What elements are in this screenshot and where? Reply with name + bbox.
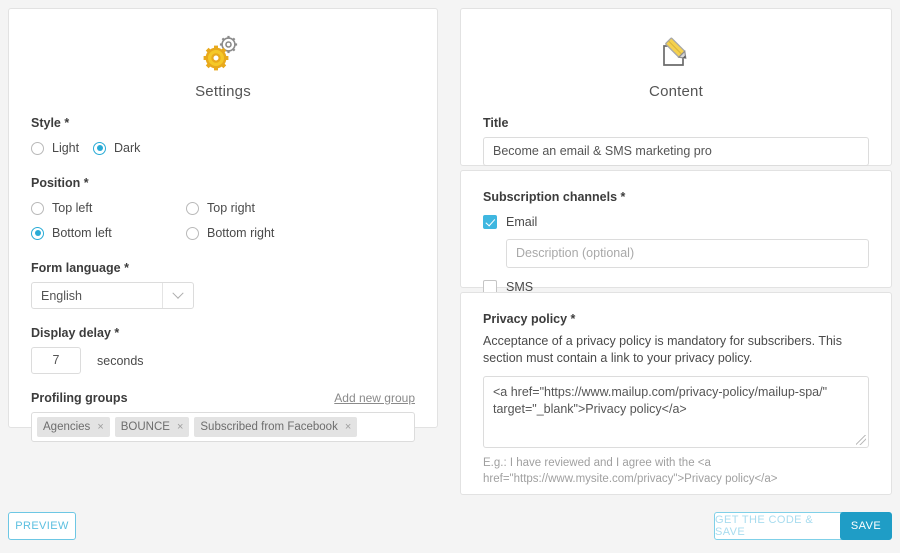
- title-field: Title Become an email & SMS marketing pr…: [461, 116, 891, 166]
- settings-header: Settings: [9, 9, 437, 100]
- get-the-code-and-save-button[interactable]: Get the code & save: [714, 512, 846, 540]
- radio-label-bottom-right: Bottom right: [207, 226, 274, 240]
- title-input[interactable]: Become an email & SMS marketing pro: [483, 137, 869, 166]
- list-item[interactable]: Agencies ×: [37, 417, 110, 437]
- preview-button[interactable]: Preview: [8, 512, 76, 540]
- profiling-groups-input[interactable]: Agencies × BOUNCE × Subscribed from Face…: [31, 412, 415, 442]
- radio-label-top-right: Top right: [207, 201, 255, 215]
- privacy-policy-label: Privacy policy *: [483, 312, 869, 326]
- display-delay-unit: seconds: [97, 354, 144, 368]
- radio-icon-top-left: [31, 202, 44, 215]
- profiling-groups-label-row: Profiling groups Add new group: [31, 391, 415, 412]
- checkbox-email[interactable]: Email: [483, 211, 869, 233]
- position-label: Position *: [31, 176, 415, 190]
- pencil-note-icon: [461, 31, 891, 75]
- tag-label: Subscribed from Facebook: [200, 421, 337, 433]
- profiling-groups-field: Profiling groups Add new group Agencies …: [9, 391, 437, 442]
- title-label: Title: [483, 116, 869, 130]
- email-description-wrap: Description (optional): [483, 239, 869, 268]
- close-icon[interactable]: ×: [97, 421, 103, 433]
- form-language-label: Form language *: [31, 261, 415, 275]
- radio-label-light: Light: [52, 141, 79, 155]
- checkbox-icon-email: [483, 215, 497, 229]
- radio-icon-light: [31, 142, 44, 155]
- subscription-channels-field: Subscription channels * Email Descriptio…: [461, 171, 891, 298]
- settings-heading: Settings: [9, 83, 437, 100]
- display-delay-input[interactable]: 7: [31, 347, 81, 374]
- list-item[interactable]: Subscribed from Facebook ×: [194, 417, 357, 437]
- radio-icon-dark: [93, 142, 106, 155]
- style-options: Light Dark: [31, 137, 415, 159]
- subscription-channels-label: Subscription channels *: [483, 190, 869, 204]
- resize-handle-icon[interactable]: [856, 435, 866, 445]
- app-root: Settings Style * Light Dark Position *: [0, 0, 900, 553]
- subscription-channels-card: Subscription channels * Email Descriptio…: [460, 170, 892, 288]
- form-language-select[interactable]: English: [31, 282, 194, 309]
- position-row-top: Top left Top right: [31, 197, 415, 219]
- privacy-policy-help: Acceptance of a privacy policy is mandat…: [483, 333, 869, 367]
- privacy-policy-hint: E.g.: I have reviewed and I agree with t…: [483, 455, 869, 487]
- radio-label-bottom-left: Bottom left: [52, 226, 112, 240]
- radio-label-top-left: Top left: [52, 201, 92, 215]
- chevron-down-icon[interactable]: [162, 283, 193, 308]
- radio-position-top-left[interactable]: Top left: [31, 197, 186, 219]
- checkbox-label-email: Email: [506, 215, 537, 229]
- style-label: Style *: [31, 116, 415, 130]
- radio-position-bottom-left[interactable]: Bottom left: [31, 222, 186, 244]
- radio-position-bottom-right[interactable]: Bottom right: [186, 222, 274, 244]
- privacy-policy-value: <a href="https://www.mailup.com/privacy-…: [493, 385, 827, 416]
- tag-label: BOUNCE: [121, 421, 170, 433]
- radio-icon-bottom-left: [31, 227, 44, 240]
- content-header: Content: [461, 9, 891, 100]
- radio-icon-top-right: [186, 202, 199, 215]
- privacy-policy-card: Privacy policy * Acceptance of a privacy…: [460, 292, 892, 495]
- form-language-value: English: [32, 283, 162, 308]
- position-field: Position * Top left Top right Bottom lef…: [9, 176, 437, 244]
- list-item[interactable]: BOUNCE ×: [115, 417, 190, 437]
- gears-icon: [9, 31, 437, 75]
- footer-toolbar: Preview Get the code & save Save: [0, 500, 900, 553]
- radio-style-light[interactable]: Light: [31, 137, 93, 159]
- privacy-policy-field: Privacy policy * Acceptance of a privacy…: [461, 293, 891, 487]
- radio-label-dark: Dark: [114, 141, 140, 155]
- content-heading: Content: [461, 83, 891, 100]
- email-description-input[interactable]: Description (optional): [506, 239, 869, 268]
- radio-position-top-right[interactable]: Top right: [186, 197, 255, 219]
- privacy-policy-textarea[interactable]: <a href="https://www.mailup.com/privacy-…: [483, 376, 869, 448]
- save-button[interactable]: Save: [840, 512, 892, 540]
- style-field: Style * Light Dark: [9, 116, 437, 159]
- add-new-group-link[interactable]: Add new group: [334, 391, 415, 405]
- settings-panel: Settings Style * Light Dark Position *: [8, 8, 438, 428]
- display-delay-row: 7 seconds: [31, 347, 415, 374]
- form-language-field: Form language * English: [9, 261, 437, 309]
- tag-label: Agencies: [43, 421, 90, 433]
- close-icon[interactable]: ×: [177, 421, 183, 433]
- radio-icon-bottom-right: [186, 227, 199, 240]
- content-title-card: Content Title Become an email & SMS mark…: [460, 8, 892, 166]
- profiling-groups-label: Profiling groups: [31, 391, 128, 405]
- display-delay-field: Display delay * 7 seconds: [9, 326, 437, 374]
- radio-style-dark[interactable]: Dark: [93, 137, 140, 159]
- close-icon[interactable]: ×: [345, 421, 351, 433]
- display-delay-label: Display delay *: [31, 326, 415, 340]
- position-row-bottom: Bottom left Bottom right: [31, 222, 415, 244]
